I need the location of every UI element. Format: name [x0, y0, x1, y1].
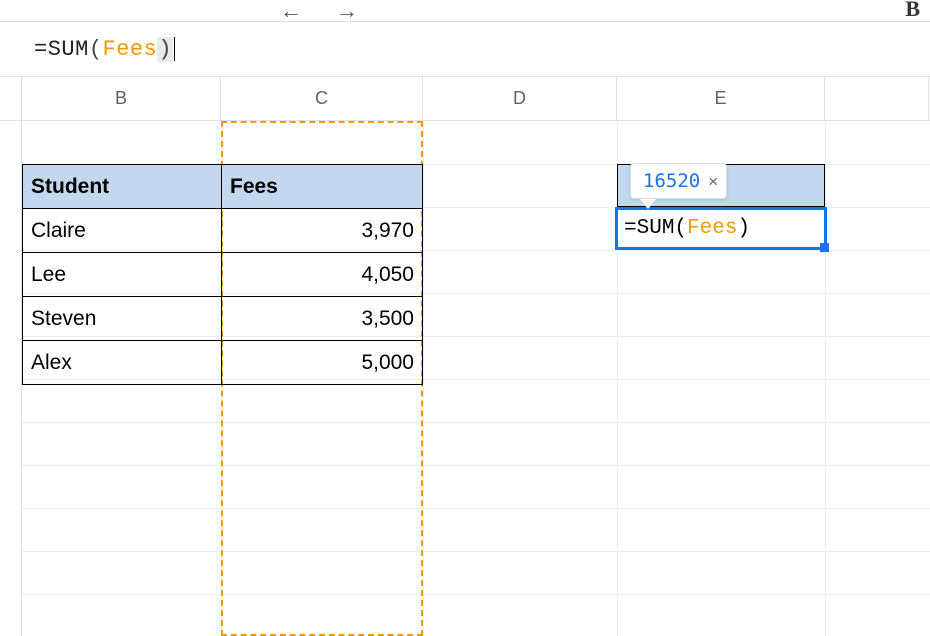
- toolbar-strip: ← → B: [0, 0, 930, 22]
- cell-formula-close: ): [737, 217, 750, 240]
- preview-value: 16520: [643, 170, 700, 192]
- formula-ref: Fees: [103, 37, 158, 62]
- cell-fee[interactable]: 4,050: [222, 253, 422, 296]
- cell-fee[interactable]: 3,500: [222, 297, 422, 340]
- column-header-row: B C D E: [0, 77, 930, 121]
- formula-preview-tooltip: 16520 ×: [630, 163, 727, 199]
- cell-formula-fn: SUM: [637, 217, 675, 240]
- table-header-row: Student Fees: [23, 165, 422, 209]
- formula-eq: =: [34, 37, 48, 62]
- formula-open: (: [89, 37, 103, 62]
- cell-student[interactable]: Claire: [23, 209, 222, 252]
- header-fees[interactable]: Fees: [222, 165, 422, 208]
- table-row: Lee 4,050: [23, 253, 422, 297]
- arrow-right-icon[interactable]: →: [336, 0, 358, 24]
- bold-button[interactable]: B: [905, 0, 920, 22]
- data-table: Student Fees Claire 3,970 Lee 4,050 Stev…: [22, 164, 423, 385]
- close-icon[interactable]: ×: [708, 173, 718, 190]
- cell-formula-ref: Fees: [687, 217, 737, 240]
- col-header-d[interactable]: D: [423, 77, 617, 120]
- tooltip-tail: [640, 199, 656, 208]
- col-header-c[interactable]: C: [221, 77, 423, 120]
- formula-fn: SUM: [48, 37, 89, 62]
- arrow-left-icon[interactable]: ←: [280, 0, 302, 24]
- col-header-e[interactable]: E: [617, 77, 825, 120]
- row-gutter: [0, 121, 22, 636]
- cell-fee[interactable]: 5,000: [222, 341, 422, 384]
- cell-formula-eq: =: [624, 217, 637, 240]
- table-row: Alex 5,000: [23, 341, 422, 384]
- header-student[interactable]: Student: [23, 165, 222, 208]
- cell-student[interactable]: Steven: [23, 297, 222, 340]
- corner-cell[interactable]: [0, 77, 22, 120]
- formula-bar[interactable]: = SUM ( Fees ): [0, 22, 930, 77]
- col-header-b[interactable]: B: [22, 77, 221, 120]
- cell-student[interactable]: Alex: [23, 341, 222, 384]
- col-header-f[interactable]: [825, 77, 929, 120]
- cell-student[interactable]: Lee: [23, 253, 222, 296]
- active-cell[interactable]: = SUM ( Fees ): [615, 207, 827, 250]
- spreadsheet-grid[interactable]: Student Fees Claire 3,970 Lee 4,050 Stev…: [0, 121, 930, 636]
- text-cursor: [174, 37, 175, 61]
- fill-handle[interactable]: [820, 243, 829, 252]
- formula-close: ): [157, 37, 173, 62]
- cell-fee[interactable]: 3,970: [222, 209, 422, 252]
- table-row: Steven 3,500: [23, 297, 422, 341]
- table-row: Claire 3,970: [23, 209, 422, 253]
- cell-formula-open: (: [674, 217, 687, 240]
